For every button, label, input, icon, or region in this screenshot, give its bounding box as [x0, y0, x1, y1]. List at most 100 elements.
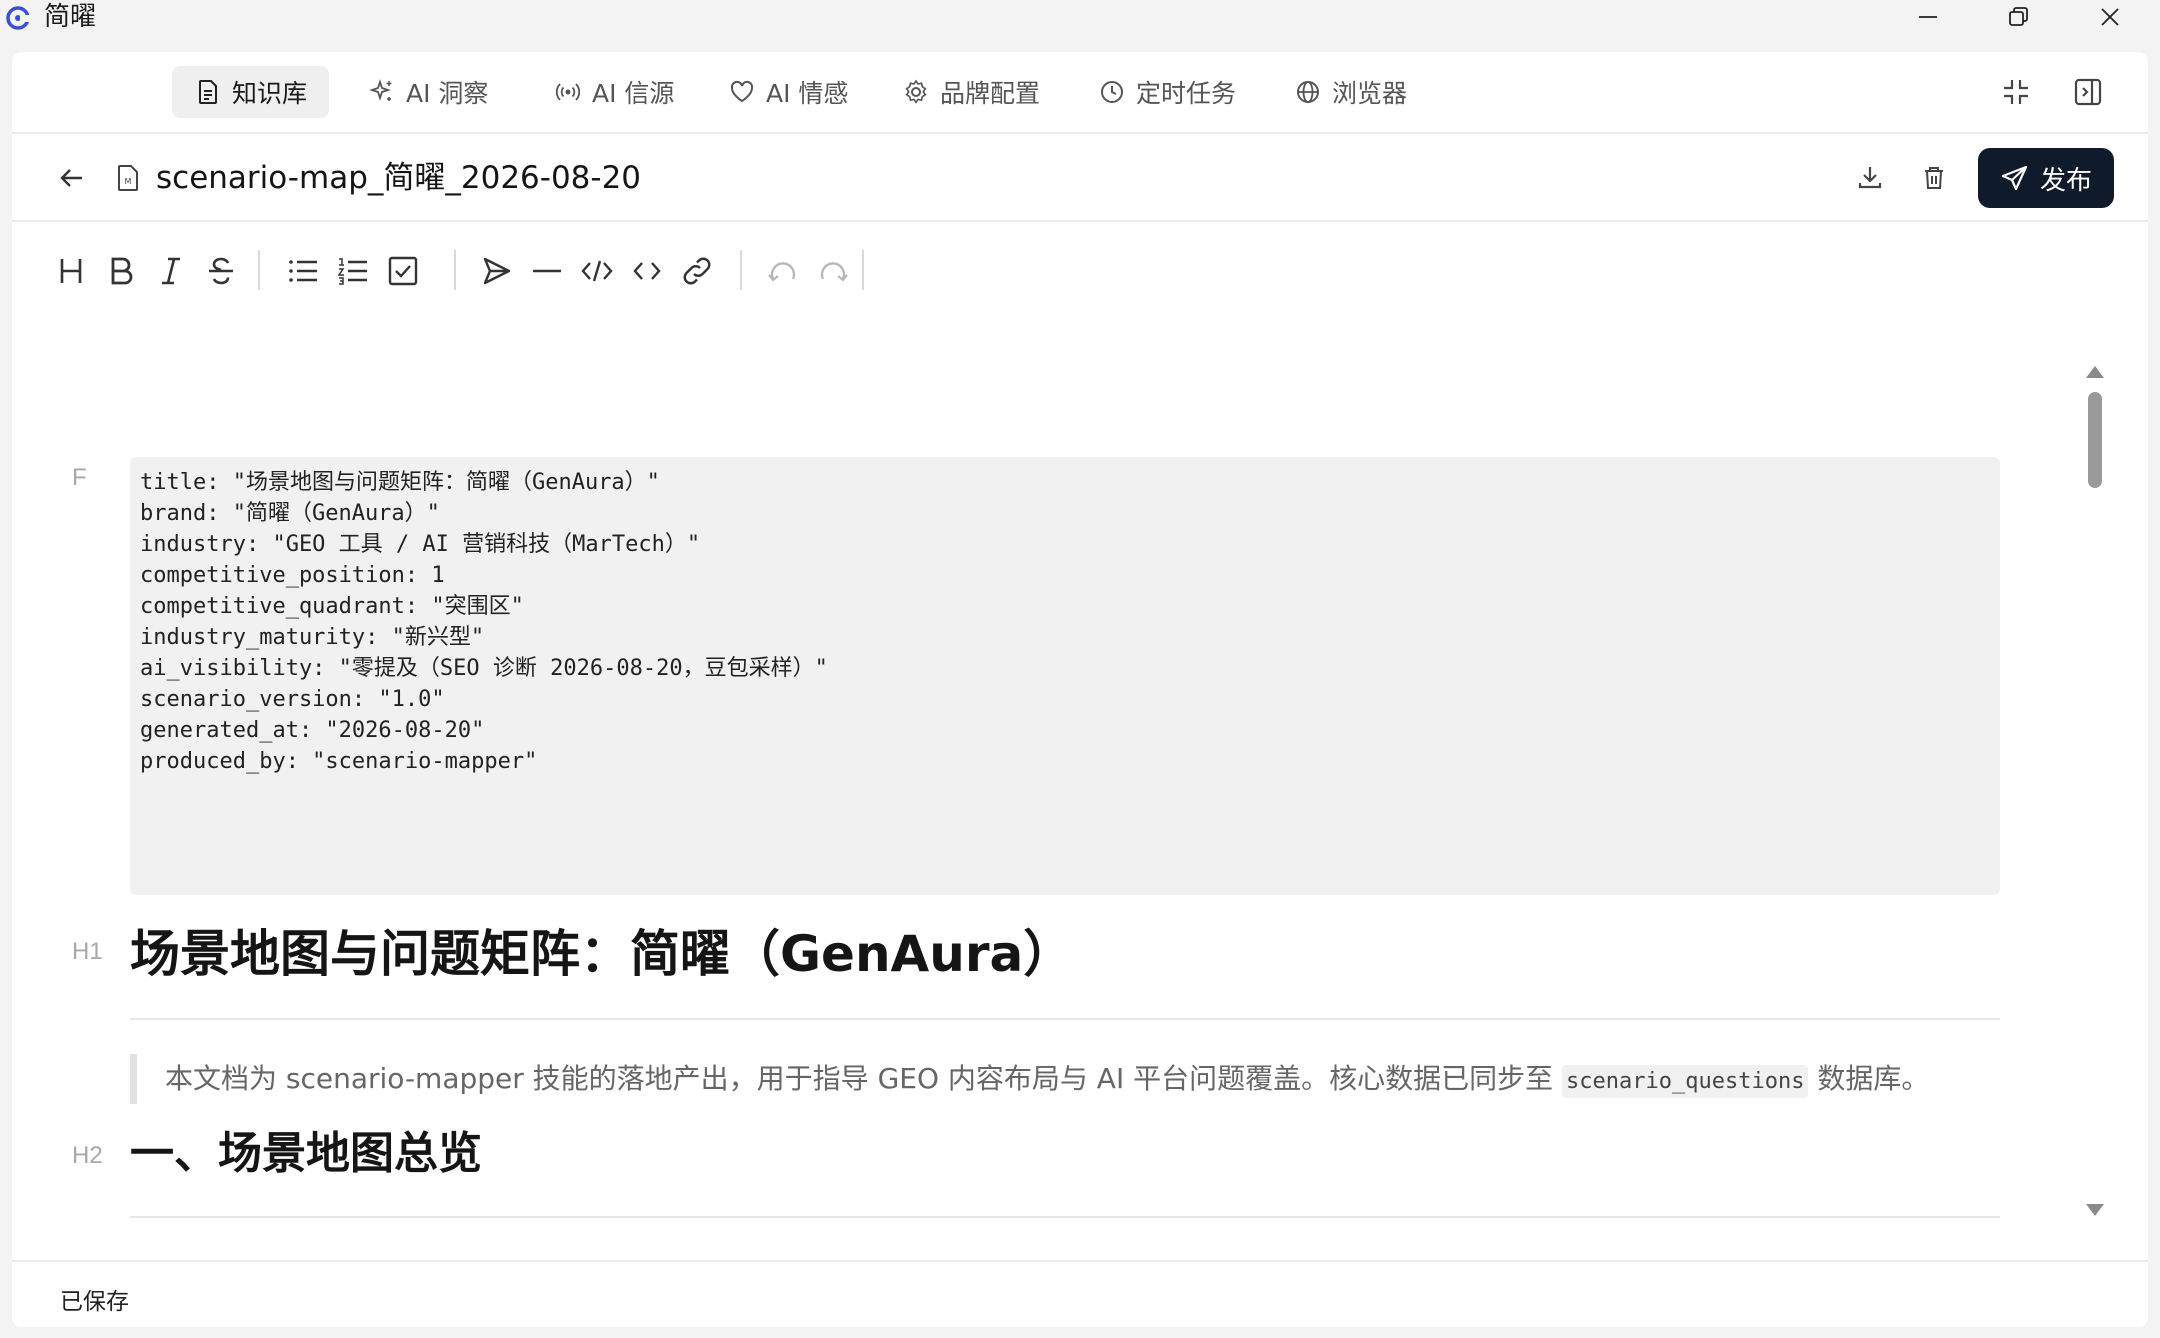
inline-code-button[interactable] — [626, 249, 668, 293]
horizontal-rule-icon — [533, 269, 561, 273]
heading-icon — [60, 259, 82, 283]
publish-button[interactable]: 发布 — [1978, 148, 2114, 208]
checkbox-icon — [388, 256, 418, 286]
broadcast-icon — [555, 83, 581, 101]
frontmatter-line: ai_visibility: "零提及（SEO 诊断 2026-08-20，豆包… — [140, 656, 828, 681]
link-button[interactable] — [676, 249, 718, 293]
task-list-button[interactable] — [382, 249, 424, 293]
window-titlebar: 简曜 — [0, 0, 2160, 50]
tab-ai-sentiment[interactable]: AI 情感 — [706, 66, 870, 118]
ordered-list-icon — [337, 258, 367, 285]
frontmatter-lines: title: "场景地图与问题矩阵：简曜（GenAura）" brand: "简曜… — [140, 465, 1990, 777]
undo-icon — [768, 262, 796, 282]
tab-brand-config[interactable]: 品牌配置 — [880, 66, 1062, 118]
toolbar-divider — [258, 250, 260, 290]
frontmatter-block[interactable]: title: "场景地图与问题矩阵：简曜（GenAura）" brand: "简曜… — [130, 457, 2000, 895]
quote-text: 本文档为 scenario-mapper 技能的落地产出，用于指导 GEO 内容… — [165, 1062, 1563, 1095]
close-icon — [2101, 8, 2119, 26]
save-status: 已保存 — [60, 1289, 129, 1315]
tab-label: 浏览器 — [1332, 79, 1408, 108]
frontmatter-line: scenario_version: "1.0" — [140, 687, 445, 712]
app-window: 知识库 AI 洞察 AI 信源 AI 情感 品牌配置 定时任务 浏览器 M sc… — [12, 52, 2148, 1327]
svg-text:M: M — [125, 177, 132, 186]
document-heading-2[interactable]: 一、场景地图总览 — [130, 1124, 482, 1184]
undo-button[interactable] — [762, 249, 804, 293]
send-icon — [2001, 165, 2028, 191]
close-button[interactable] — [2078, 0, 2142, 34]
minimize-icon — [1919, 16, 1937, 18]
document-heading-1[interactable]: 场景地图与问题矩阵：简曜（GenAura） — [130, 920, 1073, 988]
status-bar: 已保存 — [12, 1260, 2148, 1327]
tab-knowledge-base[interactable]: 知识库 — [172, 66, 330, 118]
restore-icon — [2009, 7, 2028, 26]
code-block-button[interactable] — [576, 249, 618, 293]
document-icon — [199, 80, 217, 104]
inline-code: scenario_questions — [1562, 1065, 1809, 1098]
tab-label: AI 情感 — [766, 79, 849, 108]
strikethrough-button[interactable] — [200, 249, 242, 293]
toolbar-divider — [740, 250, 742, 290]
frontmatter-line: competitive_position: 1 — [140, 563, 445, 588]
frontmatter-line: brand: "简曜（GenAura）" — [140, 501, 440, 526]
restore-button[interactable] — [1986, 0, 2050, 34]
code-block-icon — [581, 260, 613, 282]
horizontal-rule-button[interactable] — [526, 249, 568, 293]
frontmatter-line: produced_by: "scenario-mapper" — [140, 749, 538, 774]
editor-content[interactable]: F title: "场景地图与问题矩阵：简曜（GenAura）" brand: "… — [12, 324, 2112, 1274]
download-button[interactable] — [1850, 158, 1890, 198]
trash-icon — [1925, 167, 1943, 189]
window-title: 简曜 — [44, 2, 97, 32]
quote-text-end: 数据库。 — [1808, 1062, 1930, 1095]
toggle-panel-button[interactable] — [2068, 72, 2108, 112]
publish-label: 发布 — [2039, 165, 2092, 196]
delete-button[interactable] — [1914, 158, 1954, 198]
heading-divider — [130, 1216, 2000, 1218]
app-logo-icon — [4, 4, 34, 34]
tab-label: AI 信源 — [592, 79, 675, 108]
collapse-button[interactable] — [1996, 72, 2036, 112]
tab-label: 知识库 — [232, 79, 308, 108]
italic-button[interactable] — [150, 249, 192, 293]
clock-icon — [1101, 81, 1123, 103]
quote-button[interactable] — [476, 249, 518, 293]
top-nav: 知识库 AI 洞察 AI 信源 AI 情感 品牌配置 定时任务 浏览器 — [12, 52, 2148, 134]
bold-button[interactable] — [100, 249, 142, 293]
block-type-label: F — [72, 464, 87, 491]
gear-icon — [905, 79, 927, 104]
tab-browser[interactable]: 浏览器 — [1272, 66, 1429, 118]
frontmatter-line: industry_maturity: "新兴型" — [140, 625, 485, 650]
document-header: M scenario-map_简曜_2026-08-20 发布 — [12, 136, 2148, 222]
bullet-list-button[interactable] — [282, 249, 324, 293]
scroll-up-arrow[interactable] — [2086, 366, 2104, 378]
send-arrow-icon — [483, 257, 511, 285]
tab-ai-insight[interactable]: AI 洞察 — [346, 66, 510, 118]
scrollbar-thumb[interactable] — [2088, 392, 2102, 488]
italic-icon — [162, 257, 180, 285]
inline-code-icon — [633, 262, 661, 280]
side-panel-icon — [2074, 78, 2102, 106]
heading-button[interactable] — [50, 249, 92, 293]
arrow-left-icon — [60, 169, 82, 187]
tab-label: AI 洞察 — [406, 79, 489, 108]
redo-button[interactable] — [812, 249, 854, 293]
toolbar-divider — [454, 250, 456, 290]
markdown-file-icon: M — [108, 158, 148, 198]
tab-label: 定时任务 — [1136, 79, 1237, 108]
strikethrough-icon — [209, 257, 233, 285]
document-title[interactable]: scenario-map_简曜_2026-08-20 — [156, 156, 641, 200]
scroll-down-arrow[interactable] — [2086, 1204, 2104, 1216]
format-toolbar — [12, 224, 2148, 324]
block-type-label: H2 — [72, 1142, 103, 1169]
blockquote[interactable]: 本文档为 scenario-mapper 技能的落地产出，用于指导 GEO 内容… — [130, 1054, 2000, 1104]
minimize-button[interactable] — [1896, 0, 1960, 34]
block-type-label: H1 — [72, 938, 103, 965]
tab-scheduled-tasks[interactable]: 定时任务 — [1076, 66, 1258, 118]
tab-ai-source[interactable]: AI 信源 — [532, 66, 696, 118]
frontmatter-line: title: "场景地图与问题矩阵：简曜（GenAura）" — [140, 470, 660, 495]
frontmatter-line: competitive_quadrant: "突围区" — [140, 594, 524, 619]
bullet-list-icon — [289, 260, 317, 282]
frontmatter-line: generated_at: "2026-08-20" — [140, 718, 485, 743]
back-button[interactable] — [52, 158, 92, 198]
toolbar-divider — [862, 250, 864, 290]
ordered-list-button[interactable] — [332, 249, 374, 293]
